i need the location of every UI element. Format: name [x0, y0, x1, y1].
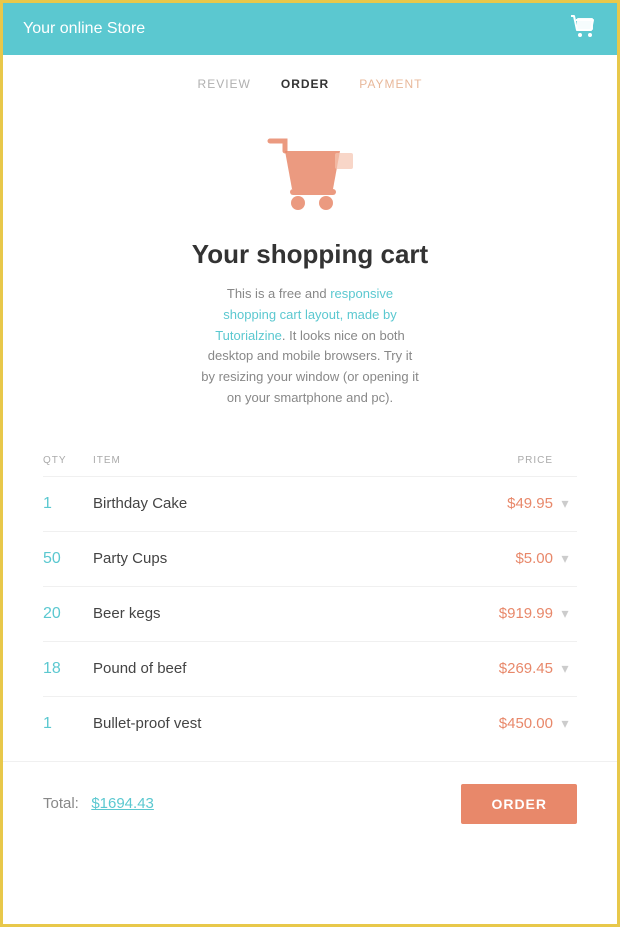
table-row: 20 Beer kegs $919.99 ▾	[43, 586, 577, 641]
total-label: Total:	[43, 795, 79, 812]
row-qty-5: 1	[43, 715, 93, 733]
row-item-1: Birthday Cake	[93, 495, 463, 512]
row-action-2[interactable]: ▾	[553, 550, 577, 568]
table-header: QTY ITEM PRICE	[43, 449, 577, 472]
step-order[interactable]: ORDER	[281, 77, 329, 91]
row-action-5[interactable]: ▾	[553, 715, 577, 733]
cart-icon	[569, 14, 597, 44]
row-qty-4: 18	[43, 660, 93, 678]
row-qty-2: 50	[43, 550, 93, 568]
order-button[interactable]: ORDER	[461, 784, 577, 824]
chevron-down-icon[interactable]: ▾	[561, 715, 568, 731]
table-row: 18 Pound of beef $269.45 ▾	[43, 641, 577, 696]
table-row: 50 Party Cups $5.00 ▾	[43, 531, 577, 586]
row-qty-1: 1	[43, 495, 93, 513]
cart-description: This is a free and responsive shopping c…	[140, 284, 480, 409]
row-item-4: Pound of beef	[93, 660, 463, 677]
step-payment[interactable]: PAYMENT	[359, 77, 422, 91]
footer-bar: Total: $1694.43 ORDER	[3, 761, 617, 846]
row-item-5: Bullet-proof vest	[93, 715, 463, 732]
cart-title: Your shopping cart	[192, 239, 428, 270]
header-item: ITEM	[93, 455, 463, 466]
chevron-down-icon[interactable]: ▾	[561, 550, 568, 566]
row-price-5: $450.00	[463, 715, 553, 732]
steps-nav: REVIEW ORDER PAYMENT	[3, 55, 617, 101]
row-item-3: Beer kegs	[93, 605, 463, 622]
store-title: Your online Store	[23, 20, 145, 38]
row-action-3[interactable]: ▾	[553, 605, 577, 623]
chevron-down-icon[interactable]: ▾	[561, 660, 568, 676]
row-action-4[interactable]: ▾	[553, 660, 577, 678]
chevron-down-icon[interactable]: ▾	[561, 495, 568, 511]
header-price: PRICE	[463, 455, 553, 466]
chevron-down-icon[interactable]: ▾	[561, 605, 568, 621]
app-frame: Your online Store REVIEW ORDER PAYMENT	[0, 0, 620, 927]
row-price-1: $49.95	[463, 495, 553, 512]
table-row: 1 Bullet-proof vest $450.00 ▾	[43, 696, 577, 751]
row-action-1[interactable]: ▾	[553, 495, 577, 513]
row-price-3: $919.99	[463, 605, 553, 622]
table-row: 1 Birthday Cake $49.95 ▾	[43, 476, 577, 531]
total-section: Total: $1694.43	[43, 795, 154, 813]
row-price-4: $269.45	[463, 660, 553, 677]
cart-illustration	[255, 131, 365, 221]
row-price-2: $5.00	[463, 550, 553, 567]
row-qty-3: 20	[43, 605, 93, 623]
cart-hero: Your shopping cart This is a free and re…	[3, 101, 617, 449]
items-table: QTY ITEM PRICE 1 Birthday Cake $49.95 ▾ …	[3, 449, 617, 751]
total-amount: $1694.43	[91, 795, 154, 812]
header: Your online Store	[3, 3, 617, 55]
header-qty: QTY	[43, 455, 93, 466]
step-review[interactable]: REVIEW	[198, 77, 251, 91]
row-item-2: Party Cups	[93, 550, 463, 567]
